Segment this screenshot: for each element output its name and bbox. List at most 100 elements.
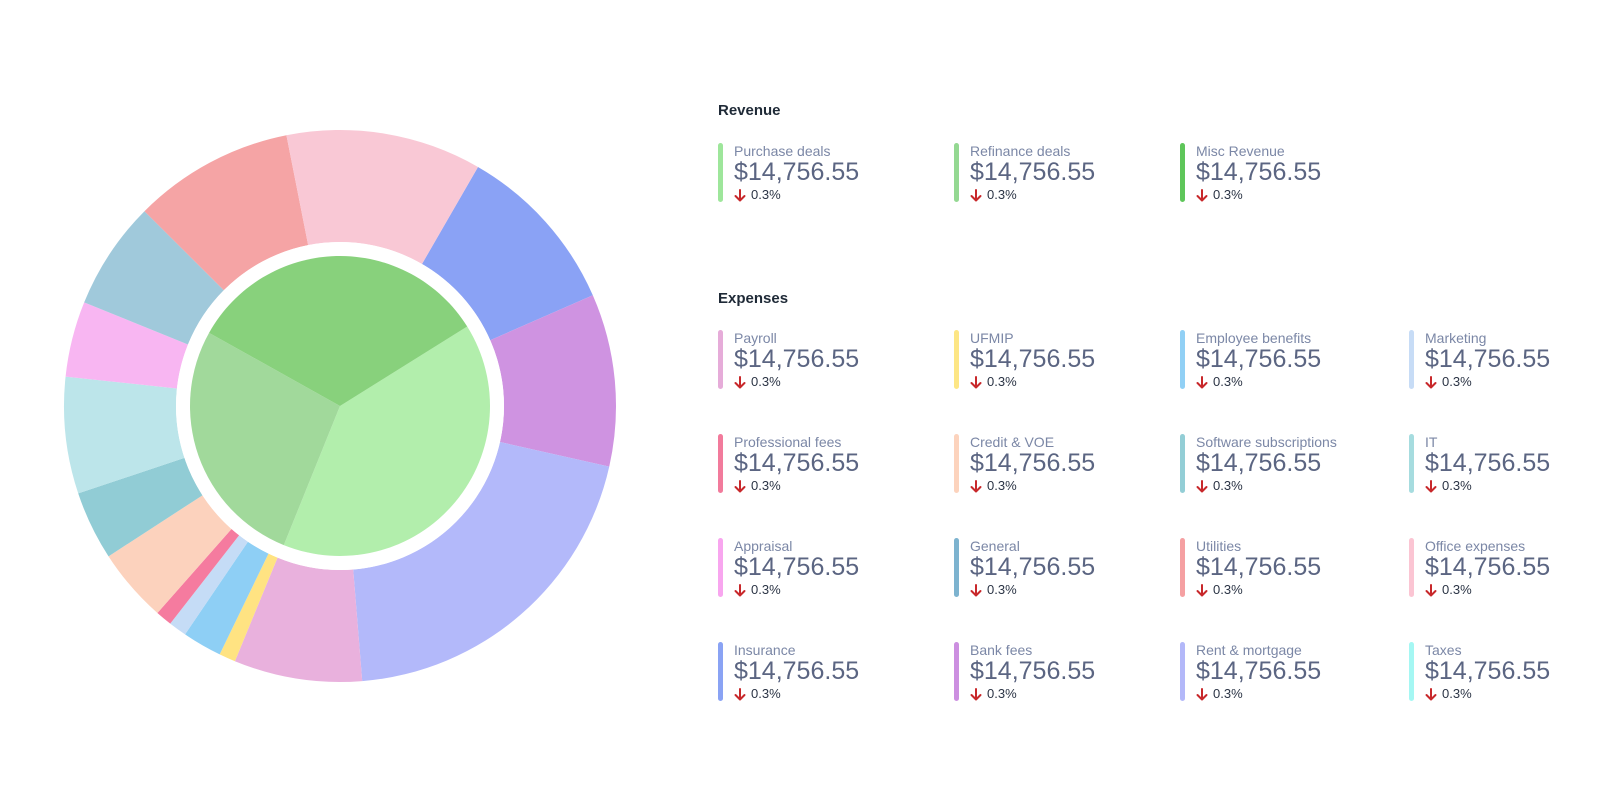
item-value: $14,756.55 [970, 657, 1096, 685]
item-value: $14,756.55 [1425, 449, 1551, 477]
item-change-value: 0.3% [1213, 187, 1243, 202]
expenses-item: Employee benefits $14,756.55 0.3% [1180, 330, 1390, 390]
item-label: General [970, 538, 1020, 554]
item-change: 0.3% [970, 375, 1017, 389]
item-change-value: 0.3% [751, 686, 781, 701]
item-value: $14,756.55 [970, 345, 1096, 373]
expenses-item: General $14,756.55 0.3% [954, 538, 1164, 598]
item-label: Software subscriptions [1196, 434, 1337, 450]
item-change: 0.3% [970, 687, 1017, 701]
item-change-value: 0.3% [987, 686, 1017, 701]
color-swatch [954, 330, 959, 389]
color-swatch [1180, 143, 1185, 202]
arrow-down-icon [734, 189, 746, 202]
color-swatch [718, 434, 723, 493]
expenses-title: Expenses [718, 290, 789, 307]
item-label: Marketing [1425, 330, 1487, 346]
color-swatch [718, 642, 723, 701]
item-value: $14,756.55 [734, 449, 860, 477]
item-value: $14,756.55 [734, 657, 860, 685]
color-swatch [954, 143, 959, 202]
item-change-value: 0.3% [1442, 686, 1472, 701]
item-change: 0.3% [1425, 375, 1472, 389]
item-change: 0.3% [1425, 687, 1472, 701]
item-change: 0.3% [734, 583, 781, 597]
color-swatch [1180, 434, 1185, 493]
item-value: $14,756.55 [1425, 553, 1551, 581]
item-change-value: 0.3% [1213, 686, 1243, 701]
expenses-item: Insurance $14,756.55 0.3% [718, 642, 928, 702]
item-value: $14,756.55 [1196, 158, 1322, 186]
item-label: Refinance deals [970, 143, 1071, 159]
color-swatch [718, 143, 723, 202]
arrow-down-icon [1196, 480, 1208, 493]
arrow-down-icon [970, 584, 982, 597]
item-value: $14,756.55 [734, 158, 860, 186]
item-label: Office expenses [1425, 538, 1526, 554]
arrow-down-icon [970, 480, 982, 493]
item-label: Taxes [1425, 642, 1462, 658]
item-change-value: 0.3% [1213, 374, 1243, 389]
arrow-down-icon [1425, 480, 1437, 493]
item-change-value: 0.3% [751, 582, 781, 597]
color-swatch [718, 330, 723, 389]
item-label: Utilities [1196, 538, 1242, 554]
color-swatch [954, 538, 959, 597]
revenue-item: Purchase deals $14,756.55 0.3% [718, 143, 928, 203]
color-swatch [1409, 538, 1414, 597]
item-change-value: 0.3% [1442, 582, 1472, 597]
item-change-value: 0.3% [987, 582, 1017, 597]
item-value: $14,756.55 [1425, 345, 1551, 373]
item-change: 0.3% [1196, 479, 1243, 493]
arrow-down-icon [1425, 584, 1437, 597]
item-change: 0.3% [1196, 687, 1243, 701]
item-value: $14,756.55 [970, 449, 1096, 477]
expenses-item: IT $14,756.55 0.3% [1409, 434, 1618, 494]
item-change: 0.3% [1425, 583, 1472, 597]
color-swatch [1180, 330, 1185, 389]
item-value: $14,756.55 [1425, 657, 1551, 685]
item-change-value: 0.3% [1442, 478, 1472, 493]
expenses-item: UFMIP $14,756.55 0.3% [954, 330, 1164, 390]
item-label: Professional fees [734, 434, 842, 450]
item-label: Appraisal [734, 538, 793, 554]
item-change: 0.3% [970, 188, 1017, 202]
arrow-down-icon [1196, 189, 1208, 202]
item-change-value: 0.3% [751, 478, 781, 493]
revenue-title: Revenue [718, 102, 781, 119]
item-label: Insurance [734, 642, 796, 658]
item-label: Employee benefits [1196, 330, 1312, 346]
item-change: 0.3% [1425, 479, 1472, 493]
color-swatch [1409, 330, 1414, 389]
item-label: Rent & mortgage [1196, 642, 1302, 658]
arrow-down-icon [734, 688, 746, 701]
item-change-value: 0.3% [987, 187, 1017, 202]
item-change: 0.3% [734, 687, 781, 701]
expenses-item: Bank fees $14,756.55 0.3% [954, 642, 1164, 702]
color-swatch [1180, 642, 1185, 701]
item-label: Credit & VOE [970, 434, 1055, 450]
item-change: 0.3% [734, 479, 781, 493]
color-swatch [954, 434, 959, 493]
item-change: 0.3% [1196, 188, 1243, 202]
expenses-item: Office expenses $14,756.55 0.3% [1409, 538, 1618, 598]
arrow-down-icon [1196, 688, 1208, 701]
item-label: UFMIP [970, 330, 1014, 346]
item-label: Misc Revenue [1196, 143, 1285, 159]
arrow-down-icon [734, 376, 746, 389]
expenses-item: Software subscriptions $14,756.55 0.3% [1180, 434, 1390, 494]
arrow-down-icon [1425, 688, 1437, 701]
item-change: 0.3% [1196, 375, 1243, 389]
expenses-item: Credit & VOE $14,756.55 0.3% [954, 434, 1164, 494]
item-change: 0.3% [970, 479, 1017, 493]
arrow-down-icon [1196, 584, 1208, 597]
arrow-down-icon [734, 584, 746, 597]
arrow-down-icon [1196, 376, 1208, 389]
item-value: $14,756.55 [1196, 657, 1322, 685]
item-change: 0.3% [734, 188, 781, 202]
color-swatch [1180, 538, 1185, 597]
item-change-value: 0.3% [751, 187, 781, 202]
item-change-value: 0.3% [987, 374, 1017, 389]
item-value: $14,756.55 [1196, 553, 1322, 581]
color-swatch [1409, 642, 1414, 701]
